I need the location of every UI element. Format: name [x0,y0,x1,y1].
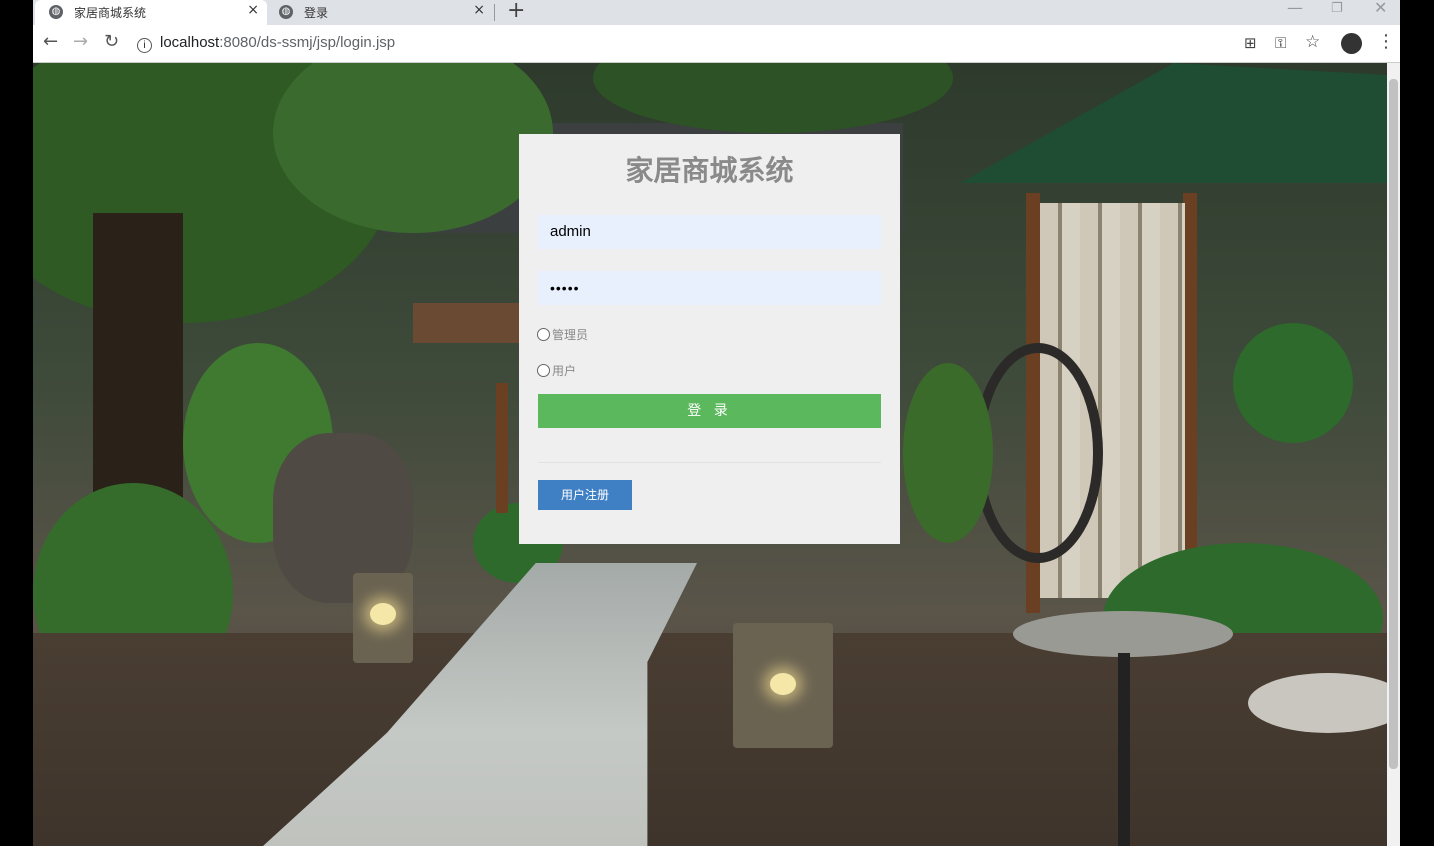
back-button[interactable]: ← [43,31,58,52]
close-tab-icon[interactable]: × [247,2,259,18]
minimize-button[interactable]: — [1287,0,1303,17]
site-info-icon[interactable]: i [137,38,152,53]
lantern [353,573,413,663]
url-path: :8080/ds-ssmj/jsp/login.jsp [219,34,396,51]
profile-avatar-icon[interactable] [1341,33,1362,54]
new-tab-button[interactable]: + [507,0,525,23]
page-scrollbar[interactable] [1387,63,1400,846]
password-input[interactable]: ••••• [538,271,881,305]
table-top [1013,611,1233,657]
globe-icon: ◍ [49,5,63,19]
url-host: localhost [160,34,220,51]
admin-radio[interactable] [537,328,550,341]
scrollbar-thumb[interactable] [1389,79,1398,769]
lantern-light [370,603,396,625]
restore-button[interactable]: ❐ [1331,1,1343,16]
login-button[interactable]: 登 录 [538,394,881,428]
register-button[interactable]: 用户注册 [538,480,632,510]
role-user-option[interactable]: 用户 [537,362,576,379]
system-title: 家居商城系统 [625,154,794,187]
gazebo-roof [413,303,533,343]
window-close-button[interactable]: ✕ [1374,0,1387,17]
tab-login[interactable]: ◍ 登录 × [265,0,493,25]
tab-title: 登录 [304,6,329,20]
gazebo-post [496,383,508,513]
login-form: 家居商城系统 admin ••••• 管理员 用户 登 录 用户注册 [519,134,900,544]
tab-title: 家居商城系统 [74,6,147,20]
close-tab-icon[interactable]: × [473,2,485,18]
lantern [733,623,833,748]
table-leg [1118,653,1130,846]
ground [33,633,1387,846]
tab-home[interactable]: ◍ 家居商城系统 × [35,0,267,25]
divider [538,462,881,463]
right-border [1400,0,1434,846]
address-bar[interactable]: i localhost:8080/ds-ssmj/jsp/login.jsp [137,34,395,53]
topiary-bush [1233,323,1353,443]
left-border [0,0,33,846]
page-background: 家居商城系统 admin ••••• 管理员 用户 登 录 用户注册 [33,63,1387,846]
globe-icon: ◍ [279,5,293,19]
tab-separator [494,4,495,21]
browser-window: ◍ 家居商城系统 × ◍ 登录 × + — ❐ ✕ ← → ↻ i localho… [33,0,1400,846]
bookmark-star-icon[interactable]: ☆ [1305,32,1320,52]
tab-strip: ◍ 家居商城系统 × ◍ 登录 × + — ❐ ✕ [33,0,1400,25]
user-label: 用户 [552,364,577,378]
reload-button[interactable]: ↻ [104,31,119,52]
forward-button[interactable]: → [73,31,88,52]
umbrella [960,63,1387,183]
username-input[interactable]: admin [538,215,881,249]
lantern-light [770,673,796,695]
admin-label: 管理员 [552,328,589,342]
user-radio[interactable] [537,364,550,377]
browser-toolbar: ← → ↻ i localhost:8080/ds-ssmj/jsp/login.… [33,25,1400,63]
key-icon[interactable]: ⚿ [1275,34,1286,52]
bamboo [903,363,993,543]
role-admin-option[interactable]: 管理员 [537,326,588,343]
menu-icon[interactable]: ⋮ [1377,31,1395,52]
qr-code-icon[interactable]: ⊞ [1244,34,1257,52]
